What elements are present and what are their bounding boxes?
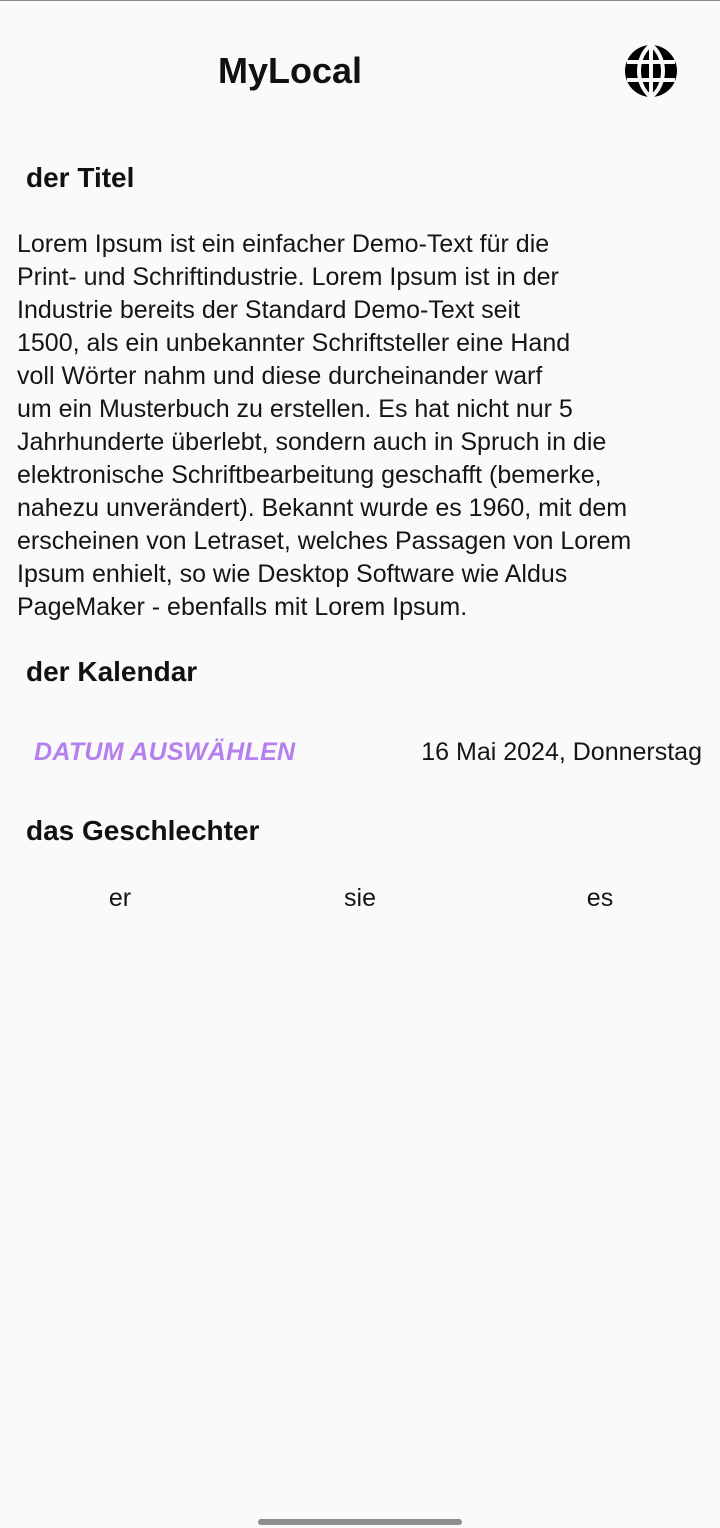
text-line: elektronische Schriftbearbeitung geschaf… bbox=[17, 461, 602, 489]
text-line: Industrie bereits der Standard Demo-Text… bbox=[17, 296, 521, 324]
title-section-text: Lorem Ipsum ist ein einfacher Demo-Text … bbox=[17, 228, 707, 624]
text-line: nahezu unverändert). Bekannt wurde es 19… bbox=[17, 494, 628, 522]
text-line: PageMaker - ebenfalls mit Lorem Ipsum. bbox=[17, 593, 468, 621]
text-line: 1500, als ein unbekannter Schriftsteller… bbox=[17, 329, 571, 357]
calendar-section-heading: der Kalendar bbox=[26, 656, 198, 687]
globe-icon bbox=[625, 43, 677, 99]
home-indicator[interactable] bbox=[258, 1519, 462, 1525]
text-line: voll Wörter nahm und diese durcheinander… bbox=[17, 362, 543, 390]
language-button[interactable] bbox=[620, 40, 682, 102]
title-section-heading: der Titel bbox=[26, 162, 135, 193]
gender-option-sie[interactable]: sie bbox=[300, 880, 420, 916]
text-line: Lorem Ipsum ist ein einfacher Demo-Text … bbox=[17, 230, 550, 258]
text-line: um ein Musterbuch zu erstellen. Es hat n… bbox=[17, 395, 573, 423]
text-line: Jahrhunderte überlebt, sondern auch in S… bbox=[17, 428, 607, 456]
selected-date: 16 Mai 2024, Donnerstag bbox=[421, 738, 702, 766]
gender-option-es[interactable]: es bbox=[540, 880, 660, 916]
text-line: Print- und Schriftindustrie. Lorem Ipsum… bbox=[17, 263, 559, 291]
app-title: MyLocal bbox=[217, 50, 363, 91]
pick-date-button[interactable]: DATUM AUSWÄHLEN bbox=[20, 728, 309, 776]
gender-section-heading: das Geschlechter bbox=[26, 815, 260, 846]
text-line: erscheinen von Letraset, welches Passage… bbox=[17, 527, 632, 555]
status-divider bbox=[0, 0, 720, 1]
gender-option-er[interactable]: er bbox=[60, 880, 180, 916]
text-line: Ipsum enhielt, so wie Desktop Software w… bbox=[17, 560, 568, 588]
